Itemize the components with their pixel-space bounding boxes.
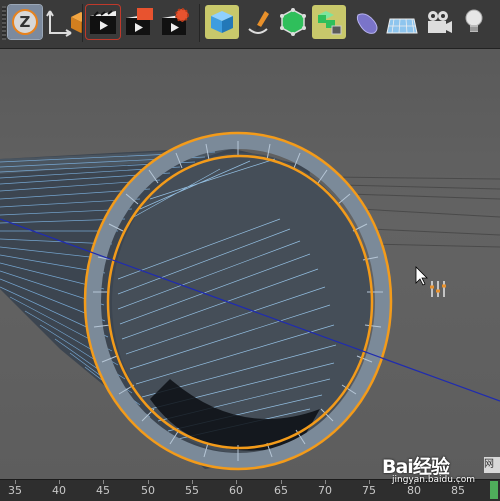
cube-primitive-button[interactable]: [205, 5, 239, 39]
camera-button[interactable]: [421, 5, 455, 39]
deformer-button[interactable]: [350, 5, 384, 39]
render-view-button[interactable]: [85, 4, 121, 40]
light-button[interactable]: [457, 5, 491, 39]
timeline-label: 70: [318, 484, 332, 497]
cube-primitive-icon: [211, 11, 233, 33]
undo-z-icon: Z: [12, 9, 38, 35]
timeline-label: 40: [52, 484, 66, 497]
timeline-label: 65: [274, 484, 288, 497]
floor-plane-button[interactable]: [385, 5, 419, 39]
pen-spline-button[interactable]: [241, 5, 275, 39]
toolbar-separator: [82, 4, 83, 42]
timeline-label: 60: [229, 484, 243, 497]
main-toolbar: Z: [0, 0, 500, 49]
cube-orange-icon: [71, 12, 82, 33]
edge-label: 网: [484, 457, 500, 473]
render-view-icon: [90, 10, 116, 34]
array-cloner-button[interactable]: [312, 5, 346, 39]
3d-viewport[interactable]: [0, 49, 500, 479]
timeline-label: 80: [407, 484, 421, 497]
render-settings-icon: [162, 8, 189, 35]
timeline-label: 45: [96, 484, 110, 497]
timeline-label: 50: [141, 484, 155, 497]
watermark-site: jingyan.baidu.com: [392, 475, 476, 485]
undo-z-button[interactable]: Z: [7, 4, 43, 40]
array-cloner-icon: [318, 11, 342, 35]
pen-spline-icon: [248, 11, 269, 34]
subdivision-surface-button[interactable]: [276, 5, 310, 39]
timeline-label: 55: [185, 484, 199, 497]
baidu-watermark: Bai经验 jingyan.baidu.com: [382, 452, 475, 485]
deformer-icon: [356, 13, 378, 34]
axis-z-label: Z: [20, 13, 31, 31]
render-picture-viewer-icon: [126, 8, 153, 35]
scale-gizmo-icon: [430, 281, 446, 297]
camera-icon: [428, 11, 452, 33]
floor-plane-icon: [386, 18, 418, 34]
light-bulb-icon: [465, 9, 483, 32]
mouse-pointer-icon: [415, 266, 428, 286]
timeline-label: 75: [362, 484, 376, 497]
model-mode-button[interactable]: [48, 5, 82, 39]
timeline-playhead[interactable]: [490, 481, 498, 499]
viewport-scene: [0, 131, 500, 471]
timeline-label: 85: [451, 484, 465, 497]
toolbar-grip[interactable]: [2, 6, 6, 40]
toolbar-separator: [199, 4, 200, 42]
render-settings-button[interactable]: [158, 5, 192, 39]
subdivision-surface-icon: [280, 8, 306, 36]
render-picture-viewer-button[interactable]: [122, 5, 156, 39]
timeline-label: 35: [8, 484, 22, 497]
